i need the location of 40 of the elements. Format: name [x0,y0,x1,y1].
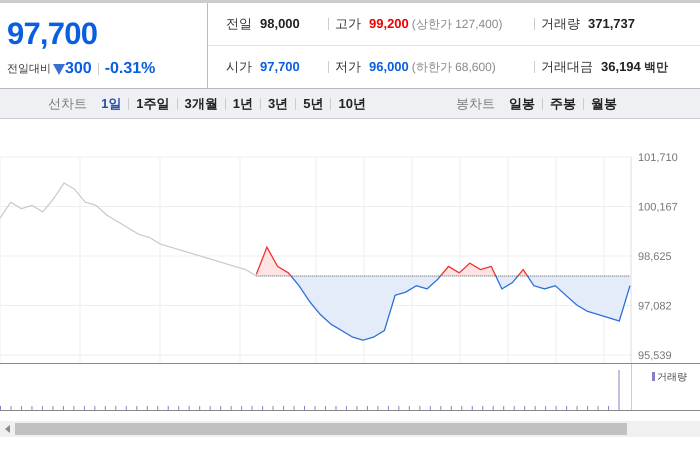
change-amount: 300 [65,59,92,79]
period-tab[interactable]: 3년 [266,94,290,114]
y-axis-label: 101,710 [638,152,678,164]
stat-value: 98,000 [260,15,300,34]
stat-note: (하한가 68,600) [412,59,496,76]
stat-unit: 백만 [644,59,668,76]
scrollbar-thumb[interactable] [15,423,627,435]
tab-group-label: 선차트 [48,94,88,113]
period-tab[interactable]: 주봉 [548,94,578,114]
stat-label: 저가 [335,58,361,76]
tab-group-label: 봉차트 [456,94,495,113]
horizontal-scrollbar[interactable] [0,421,700,437]
period-tab[interactable]: 월봉 [589,94,619,114]
period-tab[interactable]: 일봉 [507,94,537,114]
stat-label: 거래량 [541,15,580,34]
stat-value: 99,200 [369,15,409,34]
stat-value: 371,737 [588,15,635,34]
change-rate: -0.31% [104,59,156,79]
y-axis-label: 100,167 [638,202,678,214]
period-tab[interactable]: 10년 [336,94,368,114]
volume-legend: 거래량 [657,370,687,385]
stat-value: 96,000 [369,58,409,76]
period-tab[interactable]: 5년 [301,94,326,114]
period-tab[interactable]: 1년 [230,94,255,114]
stat-note: (상한가 127,400) [412,16,502,33]
y-axis-label: 95,539 [638,350,672,362]
period-tab[interactable]: 1일 [99,94,124,114]
stat-value: 97,700 [260,58,300,76]
period-tab[interactable]: 3개월 [182,94,220,114]
period-tab[interactable]: 1주일 [134,94,172,114]
stat-label: 시가 [226,58,252,76]
y-axis-label: 97,082 [638,300,672,312]
y-axis-label: 98,625 [638,250,672,263]
scroll-left-icon[interactable] [5,425,10,433]
stat-label: 거래대금 [541,58,593,76]
stat-label: 전일 [226,15,252,34]
change-label: 전일대비 [7,62,51,77]
stat-value: 36,194 [601,58,641,76]
stat-label: 고가 [335,15,361,34]
current-price: 97,700 [7,18,98,49]
